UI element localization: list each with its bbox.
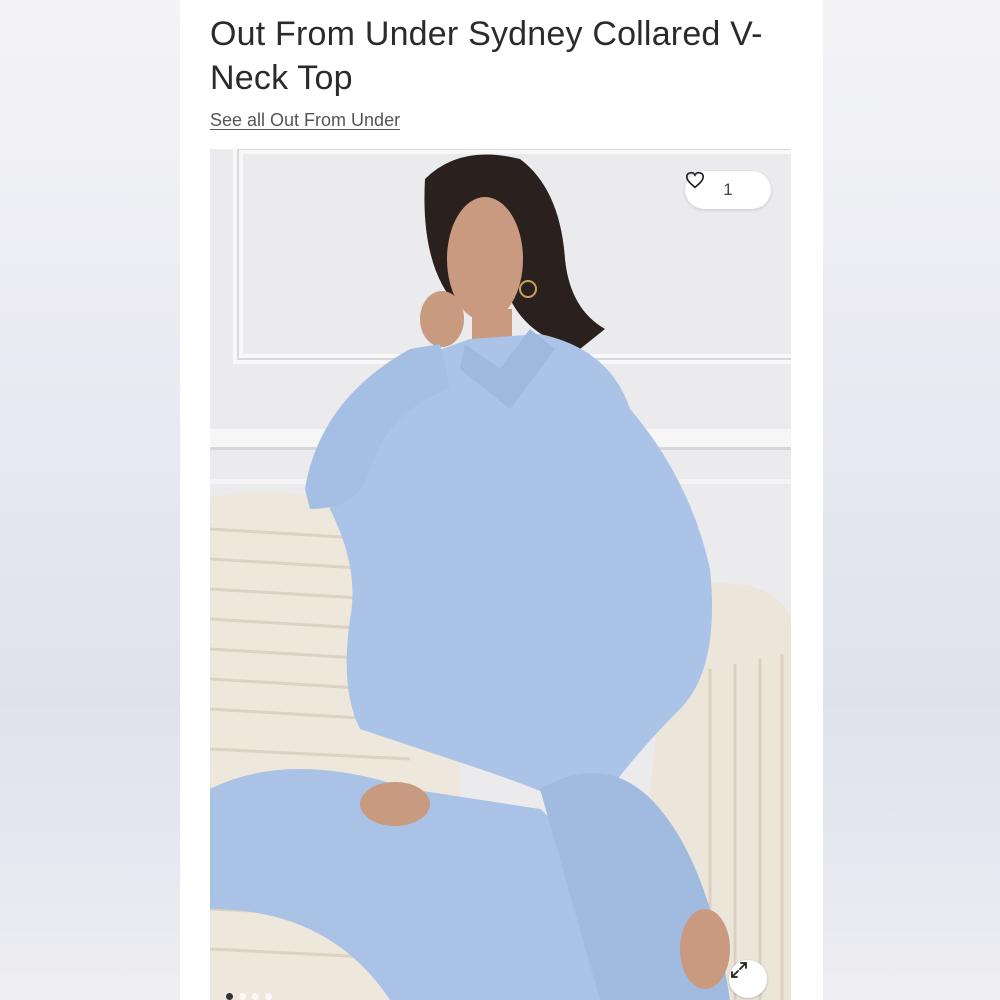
product-title: Out From Under Sydney Collared V-Neck To…: [210, 15, 763, 97]
product-image[interactable]: 1: [210, 149, 791, 1000]
heart-icon: [685, 171, 705, 189]
like-count: 1: [723, 180, 733, 199]
carousel-dot[interactable]: [226, 993, 233, 1000]
see-all-brand-link[interactable]: See all Out From Under: [210, 110, 400, 131]
like-button[interactable]: 1: [685, 171, 771, 209]
carousel-dot[interactable]: [239, 993, 246, 1000]
right-backdrop: [820, 0, 1000, 1000]
product-card: Out From Under Sydney Collared V-Neck To…: [180, 0, 823, 1000]
left-backdrop: [0, 0, 180, 1000]
carousel-dots: [226, 993, 272, 1000]
expand-image-button[interactable]: [729, 960, 767, 998]
carousel-dot[interactable]: [252, 993, 259, 1000]
expand-arrows-icon: [731, 962, 747, 978]
carousel-dot[interactable]: [265, 993, 272, 1000]
product-photo-illustration: [210, 149, 791, 1000]
